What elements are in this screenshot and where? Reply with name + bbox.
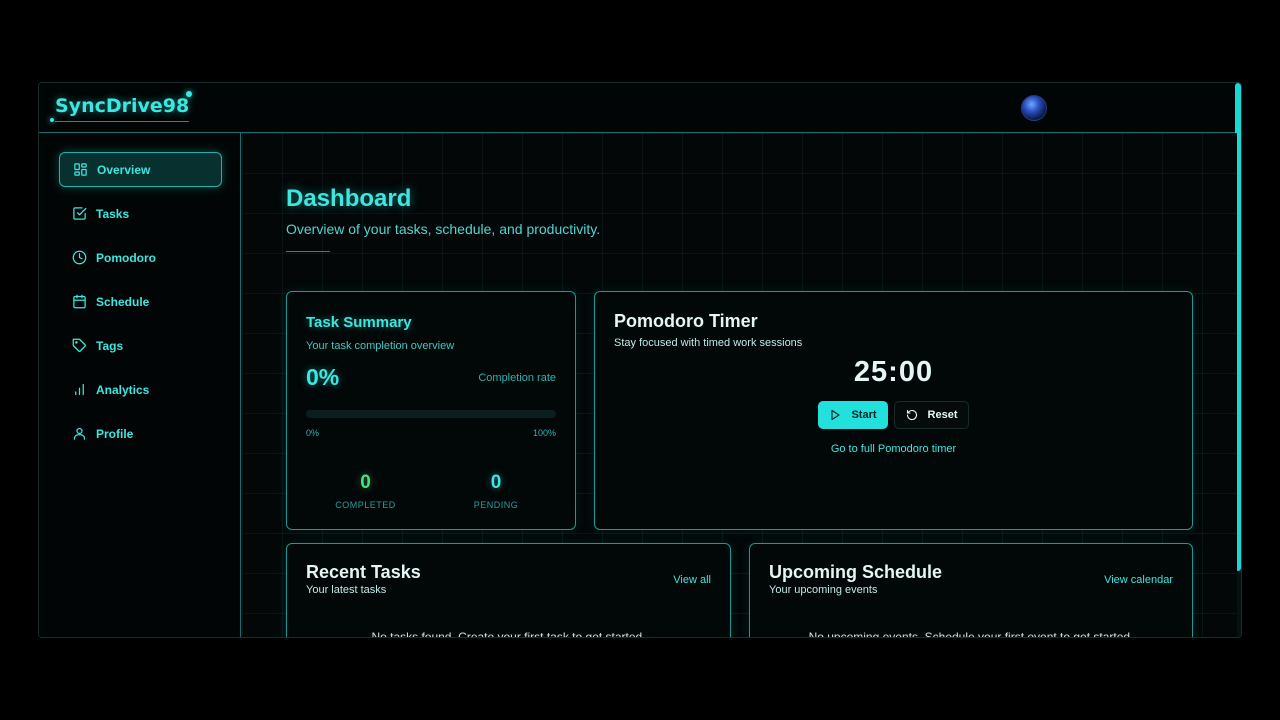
progress-max-label: 100%: [532, 428, 556, 438]
start-button[interactable]: Start: [818, 401, 888, 429]
user-icon: [73, 427, 86, 440]
page-title: Dashboard: [286, 185, 412, 212]
sidebar-item-tasks[interactable]: Tasks: [59, 196, 222, 231]
view-calendar-link[interactable]: View calendar: [1104, 574, 1173, 586]
top-bar: SyncDrive98: [39, 83, 1237, 133]
progress-min-label: 0%: [306, 428, 320, 438]
divider: [286, 251, 330, 252]
sidebar-item-label: Tasks: [96, 206, 130, 221]
view-all-link[interactable]: View all: [673, 574, 711, 586]
sidebar-item-pomodoro[interactable]: Pomodoro: [59, 240, 222, 275]
pomodoro-card: Pomodoro Timer Stay focused with timed w…: [594, 291, 1193, 530]
sidebar-item-label: Tags: [96, 338, 124, 353]
recent-tasks-card: Recent Tasks Your latest tasks View all …: [286, 543, 731, 638]
card-subtitle: Your task completion overview: [306, 340, 455, 352]
layout-grid-icon: [74, 163, 87, 176]
completed-count: 0: [360, 472, 371, 493]
timer-display: 25:00: [853, 356, 934, 388]
completion-value: 0%: [306, 364, 340, 390]
sidebar-item-label: Overview: [97, 162, 151, 177]
reset-label: Reset: [927, 409, 958, 421]
tag-icon: [72, 338, 86, 352]
pending-label: PENDING: [473, 500, 519, 510]
sidebar-item-profile[interactable]: Profile: [59, 416, 222, 451]
start-label: Start: [851, 409, 877, 421]
logo-dot-icon: [50, 118, 54, 122]
card-title: Upcoming Schedule: [769, 562, 943, 582]
reset-button[interactable]: Reset: [894, 401, 969, 429]
card-subtitle: Stay focused with timed work sessions: [614, 337, 803, 349]
sidebar-item-label: Analytics: [96, 382, 150, 397]
app-logo[interactable]: SyncDrive98: [55, 95, 190, 122]
sidebar-item-overview[interactable]: Overview: [59, 152, 222, 187]
sidebar-item-label: Pomodoro: [96, 250, 156, 265]
main-content: Dashboard Overview of your tasks, schedu…: [242, 133, 1237, 638]
sidebar-item-label: Schedule: [96, 294, 150, 309]
empty-state-text: No tasks found. Create your first task t…: [371, 630, 646, 638]
avatar[interactable]: [1021, 95, 1047, 121]
completed-label: COMPLETED: [335, 500, 396, 510]
card-title: Pomodoro Timer: [614, 311, 758, 331]
logo-dot-icon: [186, 91, 192, 97]
sidebar: Overview Tasks Pomodoro Schedule Tags An…: [39, 133, 241, 637]
empty-state-text: No upcoming events. Schedule your first …: [808, 630, 1134, 638]
completion-label: Completion rate: [478, 372, 556, 384]
upcoming-schedule-card: Upcoming Schedule Your upcoming events V…: [749, 543, 1193, 638]
rotate-ccw-icon: [906, 409, 917, 421]
task-summary-card: Task Summary Your task completion overvi…: [286, 291, 576, 530]
full-pomodoro-link[interactable]: Go to full Pomodoro timer: [595, 443, 1192, 455]
sidebar-item-label: Profile: [96, 426, 134, 441]
card-subtitle: Your upcoming events: [769, 584, 878, 596]
card-title: Task Summary: [306, 314, 412, 331]
page-subtitle: Overview of your tasks, schedule, and pr…: [286, 221, 601, 237]
clock-icon: [72, 250, 87, 265]
calendar-icon: [73, 294, 86, 309]
sidebar-item-schedule[interactable]: Schedule: [59, 284, 222, 319]
bar-chart-icon: [75, 383, 84, 396]
completion-progress-bar: [306, 410, 556, 418]
sidebar-item-tags[interactable]: Tags: [59, 328, 222, 363]
sidebar-item-analytics[interactable]: Analytics: [59, 372, 222, 407]
card-subtitle: Your latest tasks: [306, 584, 387, 596]
check-square-icon: [73, 207, 87, 220]
pending-count: 0: [490, 472, 502, 493]
card-title: Recent Tasks: [306, 562, 421, 582]
play-icon: [831, 409, 841, 421]
app-window: SyncDrive98 Overview Tasks Pomodoro Sche…: [38, 82, 1242, 638]
